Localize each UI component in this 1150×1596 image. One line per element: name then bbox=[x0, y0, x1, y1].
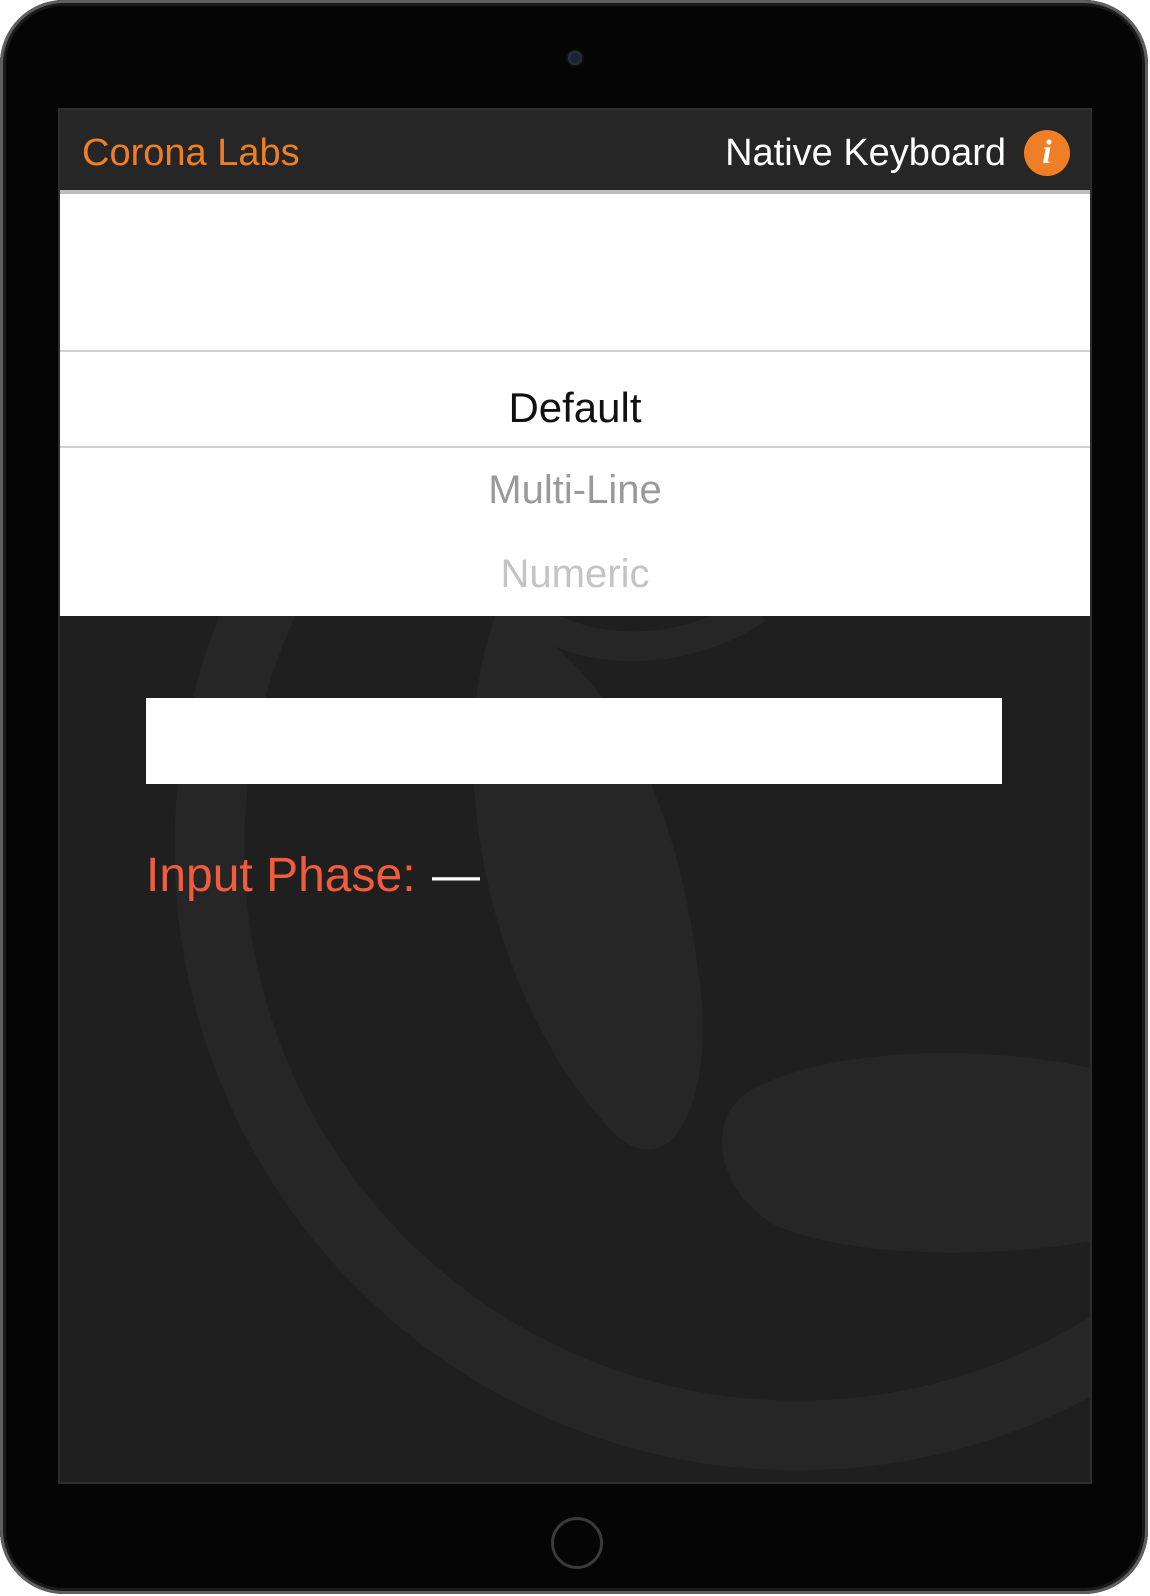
native-text-field[interactable] bbox=[146, 698, 1002, 784]
picker-selection-top-divider bbox=[60, 350, 1090, 352]
picker-option-numeric[interactable]: Numeric bbox=[60, 552, 1090, 597]
picker-selection-bottom-divider bbox=[60, 446, 1090, 448]
page-title: Native Keyboard bbox=[725, 132, 1006, 174]
home-button[interactable] bbox=[551, 1517, 603, 1569]
navigation-bar: Corona Labs Native Keyboard i bbox=[60, 110, 1090, 194]
app-screen: Corona Labs Native Keyboard i Default Mu… bbox=[58, 108, 1092, 1484]
tablet-device-frame: Corona Labs Native Keyboard i Default Mu… bbox=[0, 0, 1148, 1594]
input-phase-value: — bbox=[432, 849, 480, 902]
input-phase-label: Input Phase: bbox=[146, 849, 416, 902]
front-camera bbox=[568, 51, 582, 65]
picker-option-default[interactable]: Default bbox=[60, 384, 1090, 432]
corona-labs-link[interactable]: Corona Labs bbox=[82, 132, 300, 175]
info-icon[interactable]: i bbox=[1024, 130, 1070, 176]
picker-option-multi-line[interactable]: Multi-Line bbox=[60, 468, 1090, 513]
keyboard-type-picker[interactable]: Default Multi-Line Numeric bbox=[60, 194, 1090, 616]
